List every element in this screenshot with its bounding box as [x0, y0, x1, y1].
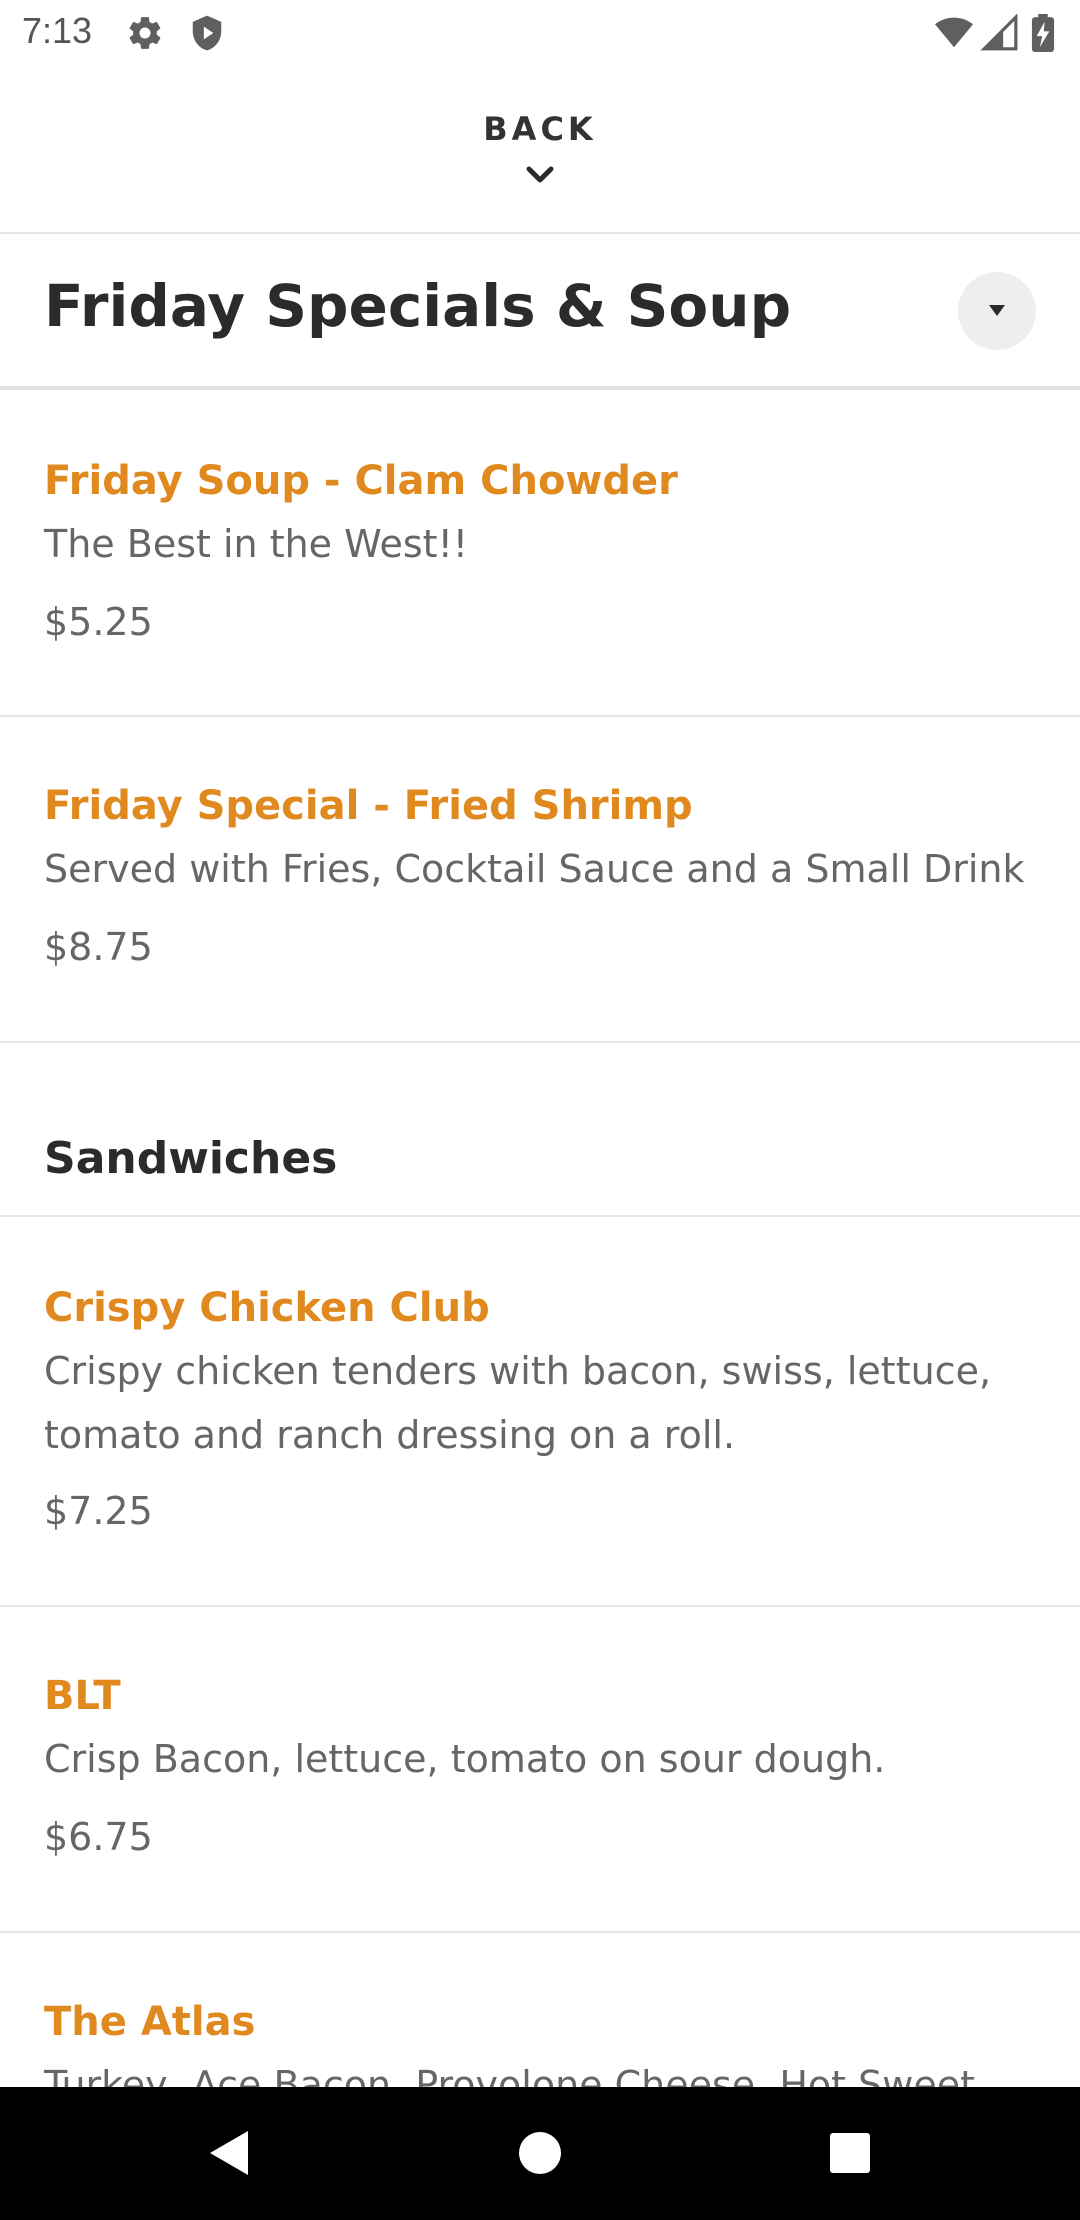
battery-icon [1030, 14, 1060, 53]
item-name: Friday Soup - Clam Chowder [44, 458, 678, 504]
category-title: Friday Specials & Soup [44, 272, 792, 340]
gear-icon [126, 14, 164, 52]
item-name: Friday Special - Fried Shrimp [44, 783, 693, 829]
item-description: Turkey, Ace Bacon, Provolone Cheese, Hot… [44, 2063, 975, 2087]
chevron-down-icon[interactable] [525, 164, 555, 186]
wifi-icon [934, 14, 974, 52]
system-nav-bar [0, 2087, 1080, 2220]
recents-square-icon[interactable] [820, 2123, 880, 2183]
item-price: $7.25 [44, 1489, 153, 1533]
item-name: The Atlas [44, 1999, 256, 2045]
item-price: $5.25 [44, 600, 153, 644]
back-triangle-icon[interactable] [202, 2123, 262, 2183]
category-dropdown-button[interactable] [958, 272, 1036, 350]
menu-item[interactable]: Friday Special - Fried Shrimp Served wit… [0, 717, 1080, 1043]
home-circle-icon[interactable] [510, 2123, 570, 2183]
item-name: Crispy Chicken Club [44, 1285, 490, 1331]
section-title: Sandwiches [44, 1133, 338, 1184]
signal-icon [980, 13, 1020, 52]
back-button-label[interactable]: BACK [0, 110, 1080, 148]
category-header: Friday Specials & Soup [0, 234, 1080, 390]
section-header: Sandwiches [0, 1043, 1080, 1217]
item-description: Crisp Bacon, lettuce, tomato on sour dou… [44, 1737, 886, 1781]
item-price: $6.75 [44, 1815, 153, 1859]
item-name: BLT [44, 1673, 121, 1719]
menu-item[interactable]: Crispy Chicken Club Crispy chicken tende… [0, 1217, 1080, 1607]
menu-item[interactable]: BLT Crisp Bacon, lettuce, tomato on sour… [0, 1607, 1080, 1933]
item-description: The Best in the West!! [44, 522, 469, 566]
menu-item[interactable]: The Atlas Turkey, Ace Bacon, Provolone C… [0, 1933, 1080, 2087]
caret-down-icon [989, 305, 1005, 316]
item-description: Served with Fries, Cocktail Sauce and a … [44, 847, 1025, 891]
back-header[interactable]: BACK [0, 64, 1080, 234]
status-bar: 7:13 [0, 0, 1080, 64]
shield-icon [188, 14, 226, 52]
item-price: $8.75 [44, 925, 153, 969]
menu-list[interactable]: Friday Soup - Clam Chowder The Best in t… [0, 390, 1080, 2087]
status-time: 7:13 [22, 10, 93, 51]
menu-item[interactable]: Friday Soup - Clam Chowder The Best in t… [0, 390, 1080, 717]
item-description: Crispy chicken tenders with bacon, swiss… [44, 1349, 992, 1457]
